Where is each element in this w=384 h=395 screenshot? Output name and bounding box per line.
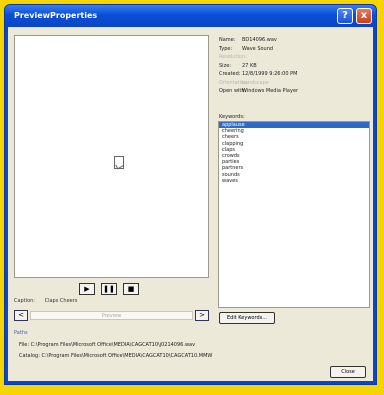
keyword-item[interactable]: waves [219,178,369,184]
prop-open-with: Open with: Windows Media Player [219,88,299,94]
stop-button[interactable]: ■ [123,283,139,295]
edit-keywords-button[interactable]: Edit Keywords... [219,312,275,324]
help-button[interactable]: ? [337,8,353,24]
preview-nav: < Preview > [14,310,209,322]
paths-section: Paths File: C:\Program Files\Microsoft O… [14,330,212,361]
title-bar: PreviewProperties ? x [5,5,376,27]
properties-list: Name: BD14096.wav Type: Wave Sound Resolut… [219,36,369,96]
prop-orientation: Orientation: Landscape [219,79,269,86]
next-button[interactable]: > [195,310,209,321]
pause-button[interactable]: ❚❚ [101,283,117,295]
prop-type: Type: Wave Sound [219,45,274,52]
caption-row: Caption: Claps Cheers [14,298,85,304]
close-window-button[interactable]: x [356,8,372,24]
previous-button[interactable]: < [14,310,28,321]
catalog-path: Catalog: C:\Program Files\Microsoft Offi… [19,353,213,359]
sound-file-icon [114,156,124,169]
caption-label: Caption: [14,298,35,304]
window-title: PreviewProperties [14,11,98,20]
prop-resolution: Resolution: [219,54,247,60]
play-button[interactable]: ▶ [79,283,95,295]
paths-title: Paths [14,330,28,336]
keywords-label: Keywords: [219,114,245,120]
prop-name: Name: BD14096.wav [219,37,277,43]
preview-nav-field: Preview [30,311,193,320]
preview-pane [14,35,209,278]
preview-properties-window: PreviewProperties ? x ▶ ❚❚ ■ Caption: Cl… [4,4,377,385]
file-path: File: C:\Program Files\Microsoft Office\… [19,342,196,348]
dialog-body: ▶ ❚❚ ■ Caption: Claps Cheers < Preview >… [8,27,373,381]
caption-value: Claps Cheers [44,298,78,304]
prop-created: Created: 12/8/1999 9:26:00 PM [219,71,298,77]
close-button[interactable]: Close [330,366,366,378]
prop-size: Size: 27 KB [219,62,257,69]
keywords-list[interactable]: applause cheering cheers clapping claps crowd… [218,121,370,308]
